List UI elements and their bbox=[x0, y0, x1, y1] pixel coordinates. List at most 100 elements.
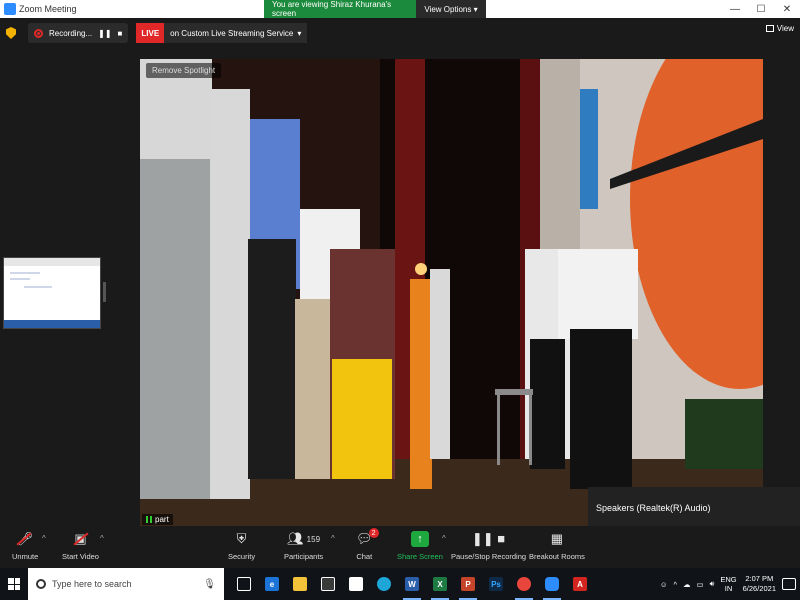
thumbnail-taskbar bbox=[4, 320, 100, 328]
notification-icon[interactable] bbox=[782, 578, 796, 590]
chrome-icon[interactable] bbox=[510, 568, 538, 600]
edge-icon[interactable] bbox=[370, 568, 398, 600]
top-toolbar: Recording... ❚❚ ■ LIVE on Custom Live St… bbox=[0, 18, 800, 48]
minimize-button[interactable]: — bbox=[722, 0, 748, 18]
shared-screen-thumbnail[interactable] bbox=[3, 257, 101, 329]
breakout-rooms-label: Breakout Rooms bbox=[529, 552, 585, 561]
start-video-button[interactable]: ▣ Start Video bbox=[62, 530, 99, 561]
recording-label: Recording... bbox=[49, 28, 93, 38]
clock[interactable]: 2:07 PM 6/26/2021 bbox=[743, 574, 776, 594]
system-tray: ☺ ^ ☁ ▭ 🔊︎ ENG IN 2:07 PM 6/26/2021 bbox=[660, 568, 800, 600]
signal-bars-icon bbox=[146, 516, 152, 523]
screen-share-banner: You are viewing Shiraz Khurana's screen … bbox=[264, 0, 486, 18]
clock-time: 2:07 PM bbox=[745, 574, 774, 583]
edge-legacy-icon[interactable]: e bbox=[258, 568, 286, 600]
share-options-caret-icon[interactable]: ^ bbox=[442, 534, 446, 543]
recording-icon bbox=[34, 28, 43, 38]
viewing-screen-text: You are viewing Shiraz Khurana's screen bbox=[264, 0, 416, 18]
security-shield-icon[interactable] bbox=[6, 27, 16, 39]
volume-icon[interactable]: 🔊︎ bbox=[710, 579, 715, 589]
security-button[interactable]: ⛨ Security bbox=[228, 530, 255, 561]
chat-unread-badge: 2 bbox=[368, 528, 379, 538]
microphone-muted-icon: 🎤︎ bbox=[16, 531, 34, 546]
file-explorer-icon[interactable] bbox=[286, 568, 314, 600]
shield-icon: ⛨ bbox=[236, 531, 247, 546]
participant-name-tag: part bbox=[142, 514, 173, 525]
meeting-controls: 🎤︎ Unmute ^ ▣ Start Video ^ ⛨ Security 👥… bbox=[0, 526, 800, 568]
mail-icon[interactable] bbox=[342, 568, 370, 600]
windows-logo-icon bbox=[8, 578, 20, 590]
search-icon bbox=[36, 579, 46, 589]
participant-name: part bbox=[155, 515, 169, 524]
participants-icon: 👥︎ 159 bbox=[287, 531, 321, 546]
zoom-window: Zoom Meeting — ☐ ✕ You are viewing Shira… bbox=[0, 0, 800, 600]
live-badge: LIVE bbox=[136, 23, 165, 43]
excel-icon[interactable]: X bbox=[426, 568, 454, 600]
window-controls: — ☐ ✕ bbox=[722, 0, 800, 18]
shared-video bbox=[140, 59, 763, 526]
participants-button[interactable]: 👥︎ 159 Participants bbox=[284, 530, 323, 561]
participants-count: 159 bbox=[306, 534, 321, 544]
view-options-button[interactable]: View Options ▾ bbox=[416, 0, 486, 18]
thumbnail-resize-handle[interactable] bbox=[103, 282, 106, 302]
region-code: IN bbox=[724, 584, 733, 593]
video-options-caret-icon[interactable]: ^ bbox=[100, 534, 104, 543]
people-icon[interactable]: ☺ bbox=[660, 580, 668, 589]
share-screen-label: Share Screen bbox=[397, 552, 443, 561]
photoshop-icon[interactable]: Ps bbox=[482, 568, 510, 600]
view-button[interactable]: View bbox=[765, 24, 794, 33]
breakout-rooms-button[interactable]: ▦ Breakout Rooms bbox=[529, 530, 585, 561]
network-icon[interactable]: ▭ bbox=[697, 580, 704, 589]
close-button[interactable]: ✕ bbox=[774, 0, 800, 18]
maximize-button[interactable]: ☐ bbox=[748, 0, 774, 18]
window-title: Zoom Meeting bbox=[19, 4, 77, 14]
participants-caret-icon[interactable]: ^ bbox=[331, 534, 335, 543]
video-off-icon: ▣ bbox=[74, 531, 87, 546]
view-grid-icon bbox=[765, 25, 774, 32]
task-view-icon[interactable] bbox=[230, 568, 258, 600]
breakout-rooms-icon: ▦ bbox=[550, 531, 564, 546]
start-button[interactable] bbox=[0, 568, 28, 600]
acrobat-icon[interactable]: A bbox=[566, 568, 594, 600]
start-video-label: Start Video bbox=[62, 552, 99, 561]
thumbnail-titlebar bbox=[4, 258, 100, 266]
unmute-button[interactable]: 🎤︎ Unmute bbox=[12, 530, 38, 561]
thumbnail-line bbox=[10, 278, 30, 280]
windows-taskbar: Type here to search 🎙︎ e W X P Ps A ☺ ^ … bbox=[0, 568, 800, 600]
pause-recording-icon[interactable]: ❚❚ bbox=[98, 29, 111, 38]
stop-recording-icon[interactable]: ■ bbox=[118, 29, 123, 38]
word-icon[interactable]: W bbox=[398, 568, 426, 600]
pause-stop-recording-button[interactable]: ❚❚ ■ Pause/Stop Recording bbox=[451, 530, 526, 561]
pause-stop-recording-label: Pause/Stop Recording bbox=[451, 552, 527, 561]
share-screen-button[interactable]: ↑ Share Screen bbox=[397, 530, 443, 561]
security-label: Security bbox=[228, 552, 256, 561]
unmute-label: Unmute bbox=[12, 552, 39, 561]
remove-spotlight-button[interactable]: Remove Spotlight bbox=[146, 63, 222, 78]
powerpoint-icon[interactable]: P bbox=[454, 568, 482, 600]
onedrive-icon[interactable]: ☁ bbox=[683, 580, 691, 589]
share-screen-icon: ↑ bbox=[410, 530, 429, 548]
taskbar-search-box[interactable]: Type here to search 🎙︎ bbox=[28, 568, 224, 600]
zoom-app-icon bbox=[4, 3, 16, 15]
audio-options-caret-icon[interactable]: ^ bbox=[42, 534, 46, 543]
language-indicator[interactable]: ENG IN bbox=[720, 575, 736, 593]
zoom-icon[interactable] bbox=[538, 568, 566, 600]
participants-label: Participants bbox=[284, 552, 324, 561]
live-stream-service[interactable]: on Custom Live Streaming Service ▾ bbox=[164, 23, 308, 43]
chat-button[interactable]: 💬︎ 2 Chat bbox=[356, 528, 379, 561]
live-stream-label: on Custom Live Streaming Service bbox=[170, 28, 294, 38]
speaker-device-label: Speakers (Realtek(R) Audio) bbox=[596, 503, 711, 513]
search-placeholder: Type here to search bbox=[52, 579, 132, 589]
chevron-down-icon: ▾ bbox=[297, 28, 302, 38]
clock-date: 6/26/2021 bbox=[742, 584, 776, 593]
stage-scene-image bbox=[140, 59, 763, 526]
thumbnail-line bbox=[24, 286, 52, 288]
store-icon[interactable] bbox=[314, 568, 342, 600]
chat-icon: 💬︎ 2 bbox=[356, 528, 379, 548]
live-stream-indicator[interactable]: LIVE on Custom Live Streaming Service ▾ bbox=[136, 23, 308, 43]
tray-chevron-icon[interactable]: ^ bbox=[674, 580, 678, 589]
pause-stop-icon: ❚❚ ■ bbox=[471, 531, 506, 546]
language-code: ENG bbox=[720, 575, 737, 584]
microphone-icon[interactable]: 🎙︎ bbox=[203, 579, 216, 590]
thumbnail-line bbox=[10, 272, 40, 274]
